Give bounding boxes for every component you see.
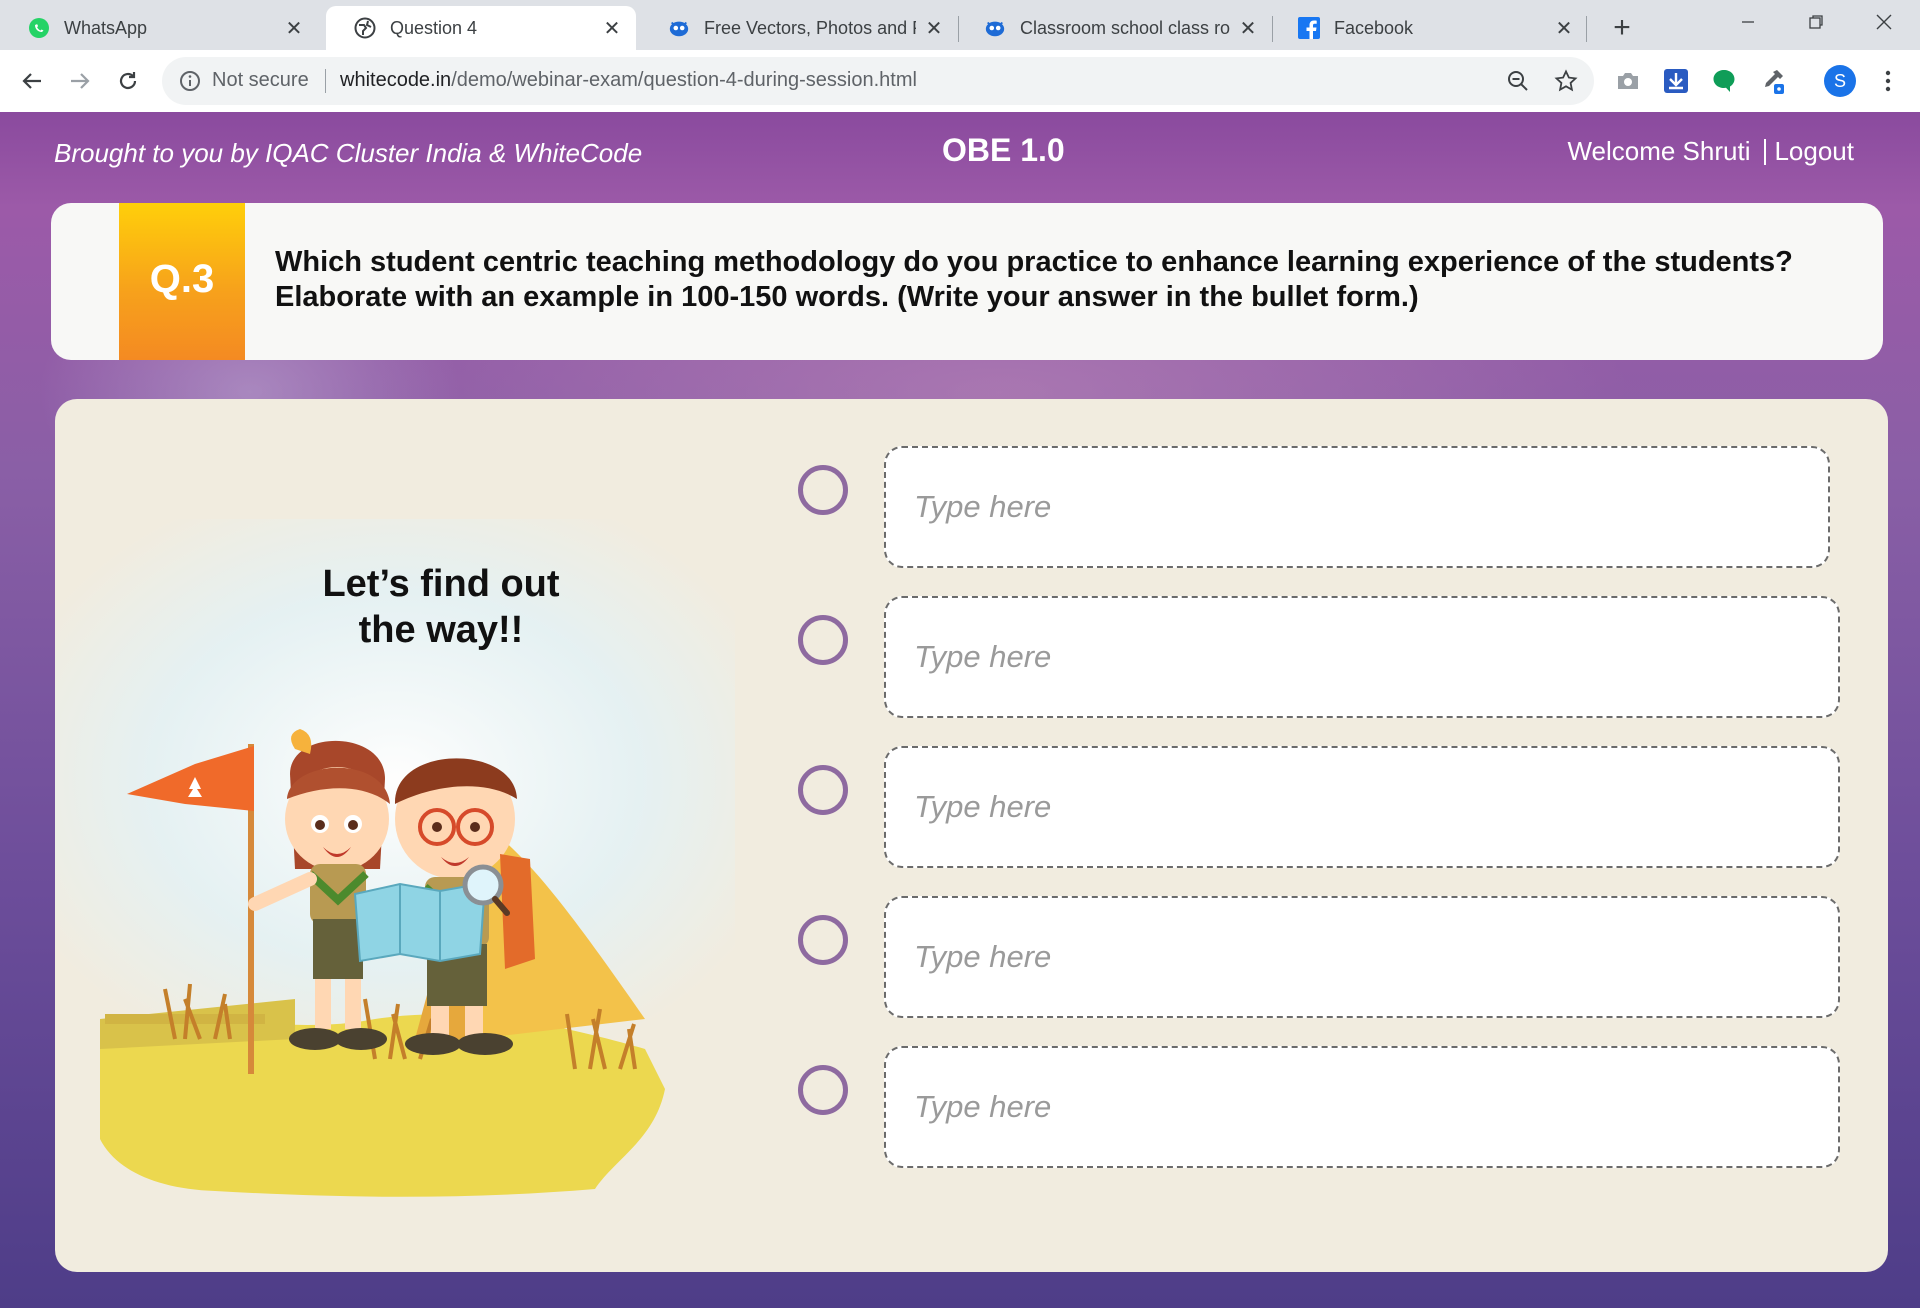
address-divider (325, 69, 326, 93)
zoom-out-icon[interactable] (1504, 67, 1532, 95)
back-arrow-icon[interactable] (12, 61, 52, 101)
url-text[interactable]: whitecode.in/demo/webinar-exam/question-… (340, 69, 917, 92)
tab-free-vectors[interactable]: Free Vectors, Photos and PS ✕ (640, 6, 958, 50)
app-title: OBE 1.0 (942, 132, 1065, 168)
tab-whatsapp[interactable]: WhatsApp ✕ (0, 6, 318, 50)
close-icon[interactable]: ✕ (1552, 16, 1576, 40)
exam-page: Brought to you by IQAC Cluster India & W… (0, 112, 1920, 1308)
whatsapp-icon (28, 17, 50, 39)
answer-input[interactable] (912, 1088, 1838, 1126)
browser-tab-strip: WhatsApp ✕ Question 4 ✕ Free Vectors, Ph… (0, 0, 1920, 50)
info-icon[interactable] (178, 69, 202, 93)
answer-field-3[interactable] (884, 746, 1840, 868)
url-host: whitecode.in (340, 69, 452, 91)
profile-initial: S (1824, 65, 1856, 97)
tab-title: Classroom school class roo (1020, 17, 1230, 38)
security-label: Not secure (212, 69, 309, 91)
freepik-icon (668, 17, 690, 39)
tab-classroom[interactable]: Classroom school class roo ✕ (956, 6, 1272, 50)
close-icon[interactable]: ✕ (922, 16, 946, 40)
answer-list (55, 399, 1888, 1272)
download-icon[interactable] (1658, 63, 1694, 99)
question-card: Q.3 Which student centric teaching metho… (51, 203, 1883, 360)
tab-facebook[interactable]: Facebook ✕ (1270, 6, 1588, 50)
answer-input[interactable] (912, 488, 1828, 526)
answer-field-5[interactable] (884, 1046, 1840, 1168)
close-icon[interactable]: ✕ (282, 16, 306, 40)
tab-title: Question 4 (390, 17, 478, 38)
answer-panel: Let’s find out the way!! (55, 399, 1888, 1272)
bullet-radio[interactable] (798, 1065, 848, 1115)
eyedropper-icon[interactable] (1754, 63, 1790, 99)
bullet-radio[interactable] (798, 765, 848, 815)
question-number-badge: Q.3 (119, 203, 245, 360)
reload-icon[interactable] (108, 61, 148, 101)
user-welcome: Welcome Shruti Logout (1567, 136, 1854, 167)
question-number: Q.3 (149, 257, 215, 301)
profile-avatar[interactable]: S (1822, 63, 1858, 99)
chat-bubble-icon[interactable] (1706, 63, 1742, 99)
answer-field-1[interactable] (884, 446, 1830, 568)
camera-icon[interactable] (1610, 63, 1646, 99)
bullet-radio[interactable] (798, 615, 848, 665)
forward-arrow-icon[interactable] (60, 61, 100, 101)
close-icon[interactable]: ✕ (1236, 16, 1260, 40)
url-path: /demo/webinar-exam/question-4-during-ses… (451, 69, 917, 91)
answer-field-2[interactable] (884, 596, 1840, 718)
kebab-menu-icon[interactable] (1870, 63, 1906, 99)
restore-icon[interactable] (1782, 0, 1850, 44)
close-icon[interactable]: ✕ (600, 16, 624, 40)
welcome-divider (1764, 138, 1767, 165)
welcome-text: Welcome Shruti (1567, 136, 1751, 166)
logout-link[interactable]: Logout (1774, 136, 1854, 167)
minimize-icon[interactable] (1714, 0, 1782, 44)
facebook-icon (1298, 17, 1320, 39)
freepik-icon (984, 17, 1006, 39)
bullet-radio[interactable] (798, 915, 848, 965)
tab-question-4[interactable]: Question 4 ✕ (326, 6, 636, 50)
question-text: Which student centric teaching methodolo… (275, 246, 1793, 313)
globe-icon (354, 17, 376, 39)
bookmark-star-icon[interactable] (1552, 67, 1580, 95)
answer-input[interactable] (912, 638, 1838, 676)
tab-separator (1586, 16, 1587, 42)
answer-field-4[interactable] (884, 896, 1840, 1018)
tab-title: Facebook (1334, 17, 1414, 38)
browser-toolbar: Not secure whitecode.in/demo/webinar-exa… (0, 50, 1920, 113)
bullet-radio[interactable] (798, 465, 848, 515)
brought-by-text: Brought to you by IQAC Cluster India & W… (54, 138, 643, 168)
answer-input[interactable] (912, 788, 1838, 826)
window-close-icon[interactable] (1850, 0, 1918, 44)
tab-title: WhatsApp (64, 17, 148, 38)
address-bar[interactable]: Not secure whitecode.in/demo/webinar-exa… (162, 57, 1594, 105)
answer-input[interactable] (912, 938, 1838, 976)
new-tab-plus-icon[interactable]: + (1604, 10, 1640, 46)
tab-title: Free Vectors, Photos and PS (704, 17, 916, 38)
